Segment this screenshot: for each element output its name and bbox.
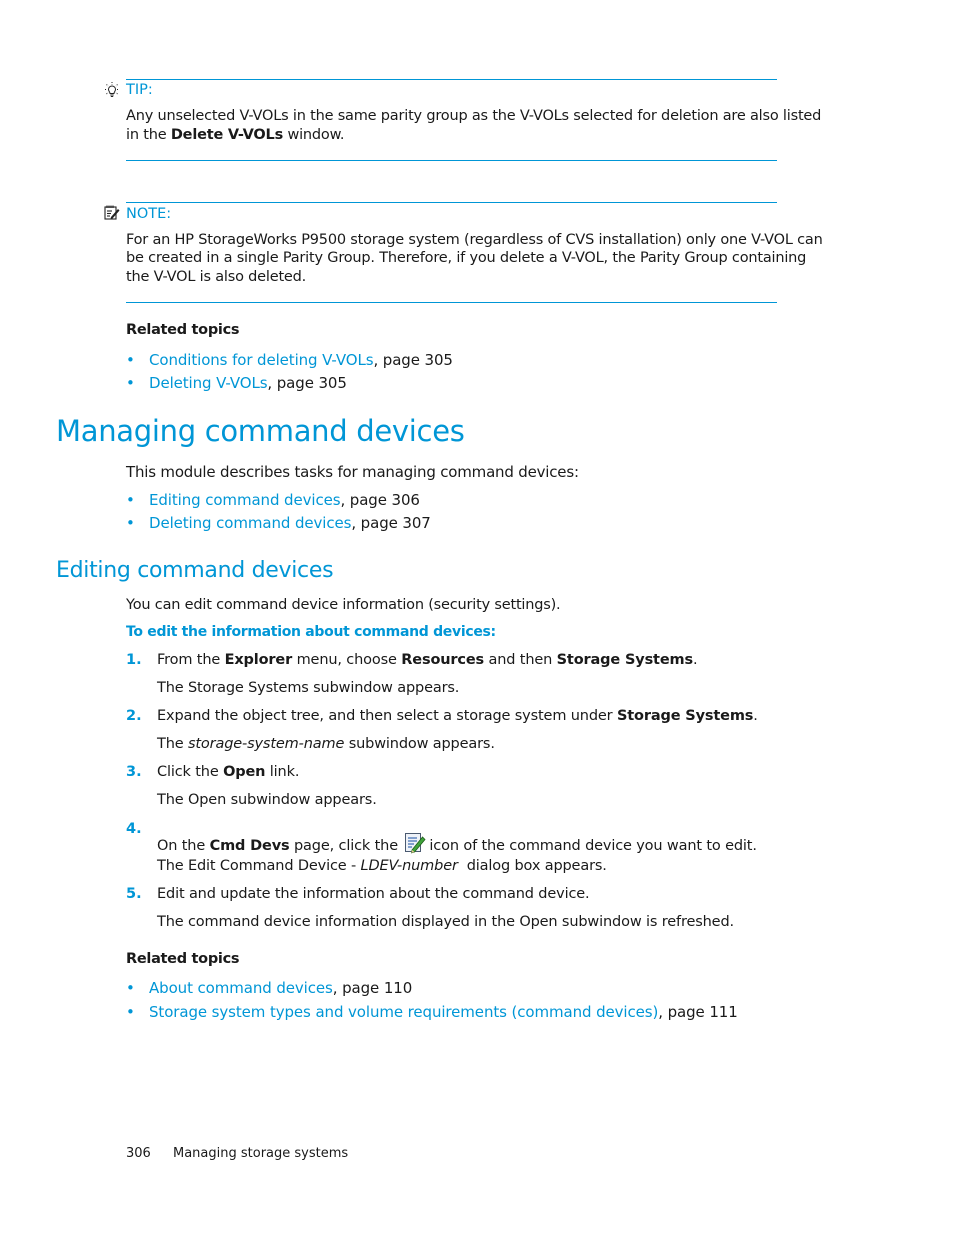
ui-term: Cmd Devs (209, 838, 290, 854)
tip-text-line-1: Any unselected V-VOLs in the same parity… (126, 108, 822, 124)
tip-text-plain: in the (126, 127, 171, 143)
link-editing-command-devices[interactable]: Editing command devices (149, 491, 341, 509)
step-text: Expand the object tree, and then select … (157, 708, 617, 724)
step-number: 4. (126, 821, 142, 837)
section-intro: This module describes tasks for managing… (126, 463, 579, 481)
note-top-rule (126, 202, 777, 203)
subsection-title: Editing command devices (56, 558, 334, 583)
step-text: dialog box appears. (457, 858, 607, 874)
step-text: page, click the (289, 838, 403, 854)
bullet-icon: • (126, 979, 135, 997)
step-number: 5. (126, 886, 142, 902)
step-instruction: Expand the object tree, and then select … (157, 708, 758, 724)
related-topics-heading: Related topics (126, 322, 240, 338)
related-topics-heading: Related topics (126, 951, 240, 967)
bullet-icon: • (126, 351, 135, 369)
step-text: . (753, 708, 758, 724)
related-link-conditions-deleting-vvols[interactable]: Conditions for deleting V-VOLs (149, 351, 374, 369)
list-item: • Storage system types and volume require… (126, 1003, 738, 1021)
step-text: Click the (157, 764, 224, 780)
page-reference: , page 305 (373, 351, 453, 369)
tip-text-bold: Delete V-VOLs (170, 127, 284, 143)
page-reference: , page 306 (340, 491, 420, 509)
step-instruction: Click the Open link. (157, 764, 299, 780)
step-text: . (692, 652, 698, 668)
note-label: NOTE: (126, 206, 172, 222)
tip-text-line-2: in the Delete V-VOLs window. (126, 126, 345, 145)
list-item: • Editing command devices, page 306 (126, 491, 420, 509)
note-bottom-rule (126, 302, 777, 303)
page-reference: , page 305 (267, 374, 347, 392)
related-link-deleting-vvols[interactable]: Deleting V-VOLs (149, 374, 268, 392)
step-text: On the (157, 838, 210, 854)
procedure-heading: To edit the information about command de… (126, 624, 496, 640)
page-reference: , page 111 (658, 1003, 738, 1021)
ui-term: Open (223, 764, 266, 780)
ui-term: Explorer (224, 652, 293, 668)
ui-term: Resources (401, 652, 485, 668)
step-text: and then (484, 652, 557, 668)
step-result: The Storage Systems subwindow appears. (157, 680, 460, 696)
list-item: • Deleting V-VOLs, page 305 (126, 374, 347, 392)
step-text: The (157, 736, 188, 752)
note-text-line-1: For an HP StorageWorks P9500 storage sys… (126, 232, 823, 248)
tip-text-plain: window. (283, 127, 345, 143)
variable-term: storage-system-name (187, 736, 345, 752)
note-text-line-2: be created in a single Parity Group. The… (126, 250, 807, 266)
page-reference: , page 307 (351, 514, 431, 532)
step-result: The Edit Command Device - LDEV-number di… (157, 858, 607, 874)
step-text: icon of the command device you want to e… (429, 838, 757, 854)
step-number: 2. (126, 708, 142, 724)
page-number: 306 (126, 1146, 151, 1161)
ui-term: Storage Systems (616, 708, 754, 724)
chapter-title: Managing storage systems (173, 1146, 349, 1161)
page-reference: , page 110 (332, 979, 413, 997)
tip-label: TIP: (126, 82, 153, 98)
related-link-about-command-devices[interactable]: About command devices (149, 979, 333, 997)
step-instruction: From the Explorer menu, choose Resources… (157, 652, 698, 668)
list-item: • Deleting command devices, page 307 (126, 514, 431, 532)
lightbulb-icon (105, 82, 119, 97)
step-number: 1. (126, 652, 142, 668)
bullet-icon: • (126, 374, 135, 392)
related-link-storage-system-types[interactable]: Storage system types and volume requirem… (149, 1003, 658, 1021)
section-title: Managing command devices (56, 414, 465, 448)
step-result: The Open subwindow appears. (157, 792, 377, 808)
edit-icon (405, 833, 426, 854)
bullet-icon: • (126, 1003, 135, 1021)
step-text: menu, choose (292, 652, 402, 668)
tip-bottom-rule (126, 160, 777, 161)
list-item: • About command devices, page 110 (126, 979, 412, 997)
step-instruction: Edit and update the information about th… (157, 886, 590, 902)
step-text: link. (265, 764, 300, 780)
step-text: subwindow appears. (344, 736, 495, 752)
link-deleting-command-devices[interactable]: Deleting command devices (149, 514, 351, 532)
ui-term: Storage Systems (556, 652, 693, 668)
bullet-icon: • (126, 514, 135, 532)
step-text: The Edit Command Device - (157, 858, 361, 874)
bullet-icon: • (126, 491, 135, 509)
tip-top-rule (126, 79, 777, 80)
step-instruction: On the Cmd Devs page, click the icon of … (157, 830, 757, 854)
variable-term: LDEV-number (360, 858, 458, 874)
step-number: 3. (126, 764, 142, 780)
step-result: The storage-system-name subwindow appear… (157, 736, 495, 752)
note-icon (104, 205, 120, 220)
list-item: • Conditions for deleting V-VOLs, page 30… (126, 351, 453, 369)
step-result: The command device information displayed… (157, 914, 734, 930)
note-text-line-3: the V-VOL is also deleted. (126, 269, 307, 285)
subsection-intro: You can edit command device information … (126, 597, 561, 613)
step-text: From the (157, 652, 225, 668)
